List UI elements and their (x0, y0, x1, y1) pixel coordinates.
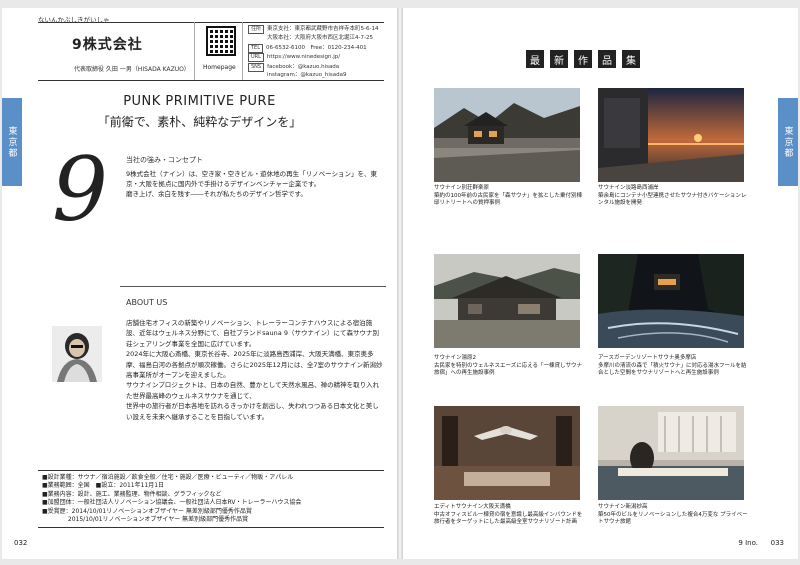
qr-code-icon[interactable] (206, 26, 236, 56)
info-line: 2015/10/01リノベーションオブザイヤー 無差別級部門優秀作品賞 (42, 516, 249, 524)
header-divider (242, 22, 243, 80)
title-char: 最 (526, 50, 544, 68)
contact-url[interactable]: URL https://www.ninedesign.jp/ (248, 53, 340, 62)
work-photo[interactable] (434, 406, 580, 500)
about-body: 店舗住宅オフィスの新築やリノベーション、トレーラーコンテナハウスによる宿泊施設、… (126, 319, 383, 421)
concept-label: 当社の強み・コンセプト (126, 156, 203, 164)
info-line: ■業務内容：設計、施工、業務監理、物件相談、グラフィックなど (42, 490, 222, 498)
logo-numeral: 9 (52, 138, 108, 241)
company-info: ■設計業種：サウナ／宿泊施設／飲食全般／住宅・施設／医療・ビューティ／物販・アパ… (38, 470, 384, 529)
representative: 代表取締役 久田 一男（HISADA KAZUO） (74, 66, 190, 73)
info-line: ■業務範囲：全国 ■設立：2011年11月1日 (42, 482, 165, 490)
title-char: 新 (550, 50, 568, 68)
header-bottom-line (38, 80, 384, 81)
header-divider (194, 22, 195, 80)
contact-line: 大阪本社：大阪府大阪市西区北堀江4-7-25 (267, 35, 373, 41)
page-number: 033 (770, 539, 784, 547)
concept-body: 9株式会社（ナイン）は、空き家・空きビル・遊休地の再生「リノベーション」を、東京… (126, 169, 381, 199)
about-label: ABOUT US (126, 298, 168, 307)
contact-line: TEL 06-6532-6100 Free：0120-234-401 (248, 43, 367, 53)
section-separator (120, 286, 386, 287)
photo-caption: サウナイン新潟妙高 築50年のビルをリノベーションした複合4万変な プライベートサ… (598, 504, 748, 525)
photo-caption: サウナイン湯原2 古民家を特別のウェルネスエーズに応える「一棟貸しサウナ旅宿」への… (434, 355, 582, 376)
photo-caption: アースガーデンリゾートサウナ奥多摩店 多摩川の清流の森で「積火サウナ」に対応る湯水… (598, 355, 747, 376)
company-name: 9株式会社 (72, 37, 143, 53)
section-title: 最 新 作 品 集 (526, 50, 640, 68)
work-photo[interactable] (434, 88, 580, 182)
right-page: 東京都 最 新 作 品 集 サウナイン別荘群楽原 築約の100年前の古民家を「森サ… (403, 8, 798, 559)
left-page: 東京都 ないんかぶしきがいしゃ 9株式会社 代表取締役 久田 一男（HISADA… (2, 8, 397, 559)
title-char: 集 (622, 50, 640, 68)
title-char: 作 (574, 50, 592, 68)
title-char: 品 (598, 50, 616, 68)
headline-jp: 「前衛で、素朴、純粋なデザインを」 (97, 115, 302, 129)
contact-instagram[interactable]: instagram：@kazuo_hisada9 (267, 70, 346, 78)
qr-label: Homepage (203, 64, 236, 71)
region-tab-right: 東京都 (778, 98, 798, 186)
portrait-photo (52, 326, 102, 382)
photo-caption: サウナイン別荘群楽原 築約の100年前の古民家を「森サウナ」を拡とした乗付別棟邸リ… (434, 185, 582, 206)
photo-caption: エディトサウナイン大阪天満橋 中古オフィスビル一棟貸の宿を意識し最高級インバウンド… (434, 504, 583, 525)
work-photo[interactable] (598, 406, 744, 500)
work-photo[interactable] (598, 88, 744, 182)
header-top-line (38, 22, 384, 23)
info-line: ■受賞歴：2014/10/01リノベーションオブザイヤー 無差別級部門優秀作品賞 (42, 507, 252, 515)
info-line: ■加盟団体：一般社団法人リノベーション協議会、一般社団法人日本RV・トレーラーハ… (42, 499, 302, 507)
headline-en: PUNK PRIMITIVE PURE (123, 94, 276, 109)
region-tab-left: 東京都 (2, 98, 22, 186)
page-footer-name: 9 Ino. (738, 539, 758, 547)
concept-text: 9株式会社（ナイン）は、空き家・空きビル・遊休地の再生「リノベーション」を、東京… (126, 170, 378, 198)
page-number: 032 (14, 539, 28, 547)
work-photo[interactable] (598, 254, 744, 348)
work-photo[interactable] (434, 254, 580, 348)
photo-caption: サウナイン淡路島西浦岸 築余島にコンテナ小型連携させたサウナ付きバケーションレンタ… (598, 185, 747, 206)
